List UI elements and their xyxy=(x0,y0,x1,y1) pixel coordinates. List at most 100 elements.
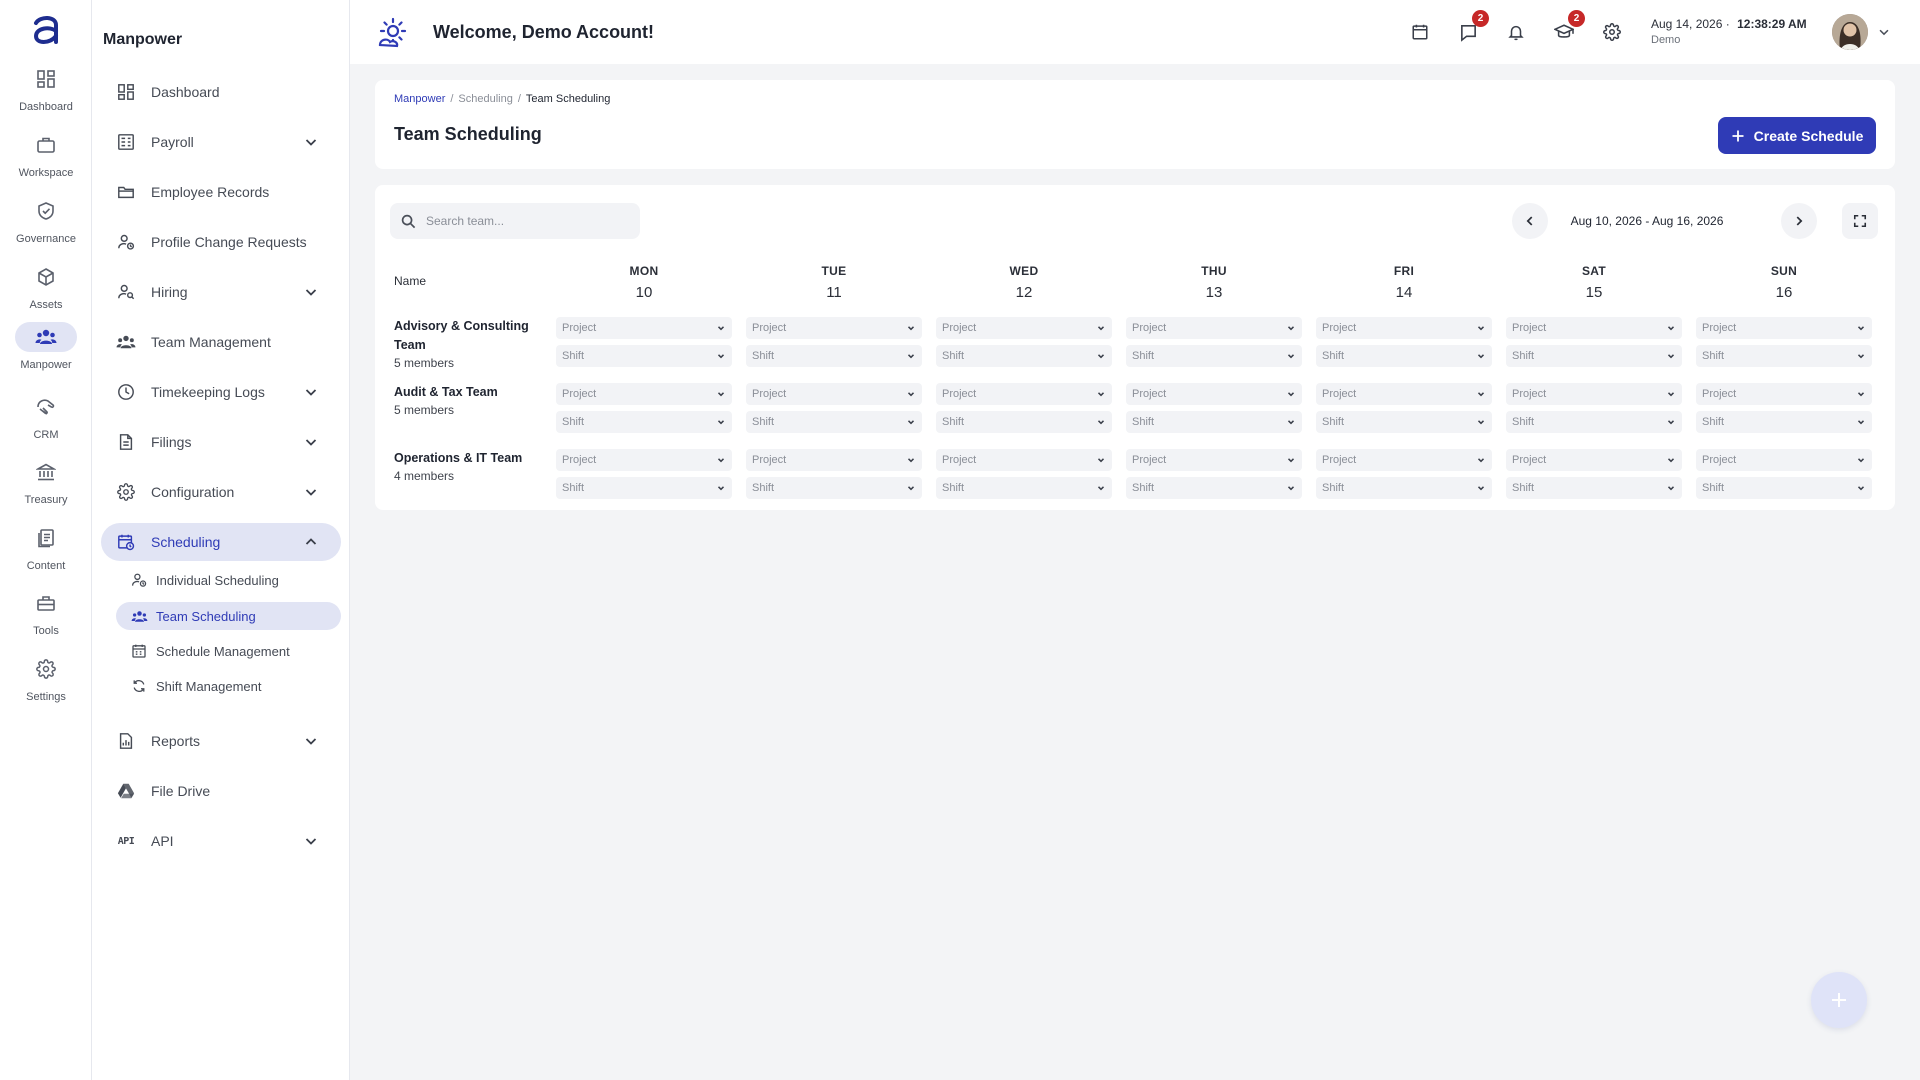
project-select[interactable]: Project xyxy=(556,383,732,405)
project-select[interactable]: Project xyxy=(1126,383,1302,405)
sidebar-item-team-management[interactable]: Team Management xyxy=(101,323,341,361)
chevron-down-icon[interactable] xyxy=(1877,25,1891,39)
create-schedule-button[interactable]: Create Schedule xyxy=(1718,117,1876,154)
messages-button[interactable]: 2 xyxy=(1454,10,1489,46)
shift-select[interactable]: Shift xyxy=(1506,411,1682,433)
shift-select[interactable]: Shift xyxy=(1506,477,1682,499)
project-select[interactable]: Project xyxy=(746,383,922,405)
sidebar-item-filings[interactable]: Filings xyxy=(101,423,341,461)
sidebar-item-payroll[interactable]: Payroll xyxy=(101,123,341,161)
shift-select[interactable]: Shift xyxy=(1126,477,1302,499)
chevron-down-icon xyxy=(1857,486,1865,491)
project-select[interactable]: Project xyxy=(746,449,922,471)
chevron-down-icon[interactable] xyxy=(303,833,319,849)
sidebar-subitem-schedule-management[interactable]: Schedule Management xyxy=(116,637,341,665)
rail-item-tools[interactable]: Tools xyxy=(0,588,92,644)
shift-select[interactable]: Shift xyxy=(556,411,732,433)
project-select[interactable]: Project xyxy=(1506,449,1682,471)
chevron-down-icon[interactable] xyxy=(303,284,319,300)
project-select[interactable]: Project xyxy=(556,449,732,471)
sidebar-item-dashboard[interactable]: Dashboard xyxy=(101,73,341,111)
shift-select[interactable]: Shift xyxy=(936,411,1112,433)
project-select[interactable]: Project xyxy=(1316,317,1492,339)
chevron-down-icon[interactable] xyxy=(303,134,319,150)
shift-select-value: Shift xyxy=(1702,482,1725,494)
project-select[interactable]: Project xyxy=(936,383,1112,405)
shift-select[interactable]: Shift xyxy=(1506,345,1682,367)
sidebar-subitem-individual-scheduling[interactable]: Individual Scheduling xyxy=(116,566,341,594)
previous-week-button[interactable] xyxy=(1512,203,1548,239)
shift-select[interactable]: Shift xyxy=(1696,345,1872,367)
quick-add-button[interactable] xyxy=(1811,972,1867,1028)
sidebar-item-api[interactable]: API API xyxy=(101,822,341,860)
next-week-button[interactable] xyxy=(1781,203,1817,239)
chevron-down-icon[interactable] xyxy=(303,484,319,500)
project-select[interactable]: Project xyxy=(1126,317,1302,339)
shift-select[interactable]: Shift xyxy=(1316,477,1492,499)
sidebar-item-profile-change-requests[interactable]: Profile Change Requests xyxy=(101,223,341,261)
project-select[interactable]: Project xyxy=(1316,449,1492,471)
rail-item-governance[interactable]: Governance xyxy=(0,196,92,252)
project-select[interactable]: Project xyxy=(936,317,1112,339)
chevron-down-icon xyxy=(1097,392,1105,397)
avatar[interactable] xyxy=(1832,14,1868,50)
rail-item-treasury[interactable]: Treasury xyxy=(0,457,92,513)
search-team-input[interactable] xyxy=(426,214,626,228)
rail-item-crm[interactable]: CRM xyxy=(0,392,92,448)
learning-button[interactable]: 2 xyxy=(1550,10,1585,46)
project-select[interactable]: Project xyxy=(1696,317,1872,339)
breadcrumb-item-manpower[interactable]: Manpower xyxy=(394,93,445,105)
sidebar-item-timekeeping-logs[interactable]: Timekeeping Logs xyxy=(101,373,341,411)
rail-item-content[interactable]: Content xyxy=(0,523,92,579)
shift-select[interactable]: Shift xyxy=(556,477,732,499)
project-select[interactable]: Project xyxy=(1506,317,1682,339)
project-select[interactable]: Project xyxy=(1126,449,1302,471)
shift-select[interactable]: Shift xyxy=(746,345,922,367)
project-select[interactable]: Project xyxy=(1316,383,1492,405)
project-select[interactable]: Project xyxy=(556,317,732,339)
project-select[interactable]: Project xyxy=(1696,449,1872,471)
sidebar-item-scheduling[interactable]: Scheduling xyxy=(101,523,341,561)
project-select[interactable]: Project xyxy=(936,449,1112,471)
shift-select[interactable]: Shift xyxy=(1696,477,1872,499)
shift-select[interactable]: Shift xyxy=(556,345,732,367)
project-select[interactable]: Project xyxy=(1696,383,1872,405)
weather-logo-icon xyxy=(376,16,410,50)
shift-select-value: Shift xyxy=(752,350,775,362)
rail-item-manpower[interactable]: Manpower xyxy=(0,322,92,378)
app-logo-icon[interactable] xyxy=(28,12,64,48)
shift-select[interactable]: Shift xyxy=(1696,411,1872,433)
day-number: 12 xyxy=(1015,284,1033,301)
project-select[interactable]: Project xyxy=(746,317,922,339)
sidebar-item-hiring[interactable]: Hiring xyxy=(101,273,341,311)
sidebar-subitem-shift-management[interactable]: Shift Management xyxy=(116,672,341,700)
chevron-down-icon[interactable] xyxy=(303,733,319,749)
breadcrumb-item-scheduling[interactable]: Scheduling xyxy=(458,93,512,105)
fullscreen-button[interactable] xyxy=(1842,203,1878,239)
shift-select[interactable]: Shift xyxy=(1316,411,1492,433)
sidebar-item-reports[interactable]: Reports xyxy=(101,722,341,760)
sidebar-item-file-drive[interactable]: File Drive xyxy=(101,772,341,810)
shift-select[interactable]: Shift xyxy=(936,345,1112,367)
settings-button[interactable] xyxy=(1598,18,1626,46)
rail-item-workspace[interactable]: Workspace xyxy=(0,130,92,186)
shift-select[interactable]: Shift xyxy=(746,477,922,499)
project-select[interactable]: Project xyxy=(1506,383,1682,405)
shift-select[interactable]: Shift xyxy=(1126,411,1302,433)
search-team-box[interactable] xyxy=(390,203,640,239)
sidebar-subitem-team-scheduling[interactable]: Team Scheduling xyxy=(116,602,341,630)
chevron-down-icon[interactable] xyxy=(303,434,319,450)
shift-select[interactable]: Shift xyxy=(1316,345,1492,367)
rail-item-dashboard[interactable]: Dashboard xyxy=(0,64,92,120)
rail-item-assets[interactable]: Assets xyxy=(0,262,92,318)
shift-select[interactable]: Shift xyxy=(936,477,1112,499)
shift-select[interactable]: Shift xyxy=(746,411,922,433)
calendar-button[interactable] xyxy=(1406,18,1434,46)
shift-select[interactable]: Shift xyxy=(1126,345,1302,367)
sidebar-item-employee-records[interactable]: Employee Records xyxy=(101,173,341,211)
chevron-down-icon[interactable] xyxy=(303,384,319,400)
rail-item-settings[interactable]: Settings xyxy=(0,654,92,710)
chevron-up-icon[interactable] xyxy=(303,534,319,550)
notifications-button[interactable] xyxy=(1502,18,1530,46)
sidebar-item-configuration[interactable]: Configuration xyxy=(101,473,341,511)
